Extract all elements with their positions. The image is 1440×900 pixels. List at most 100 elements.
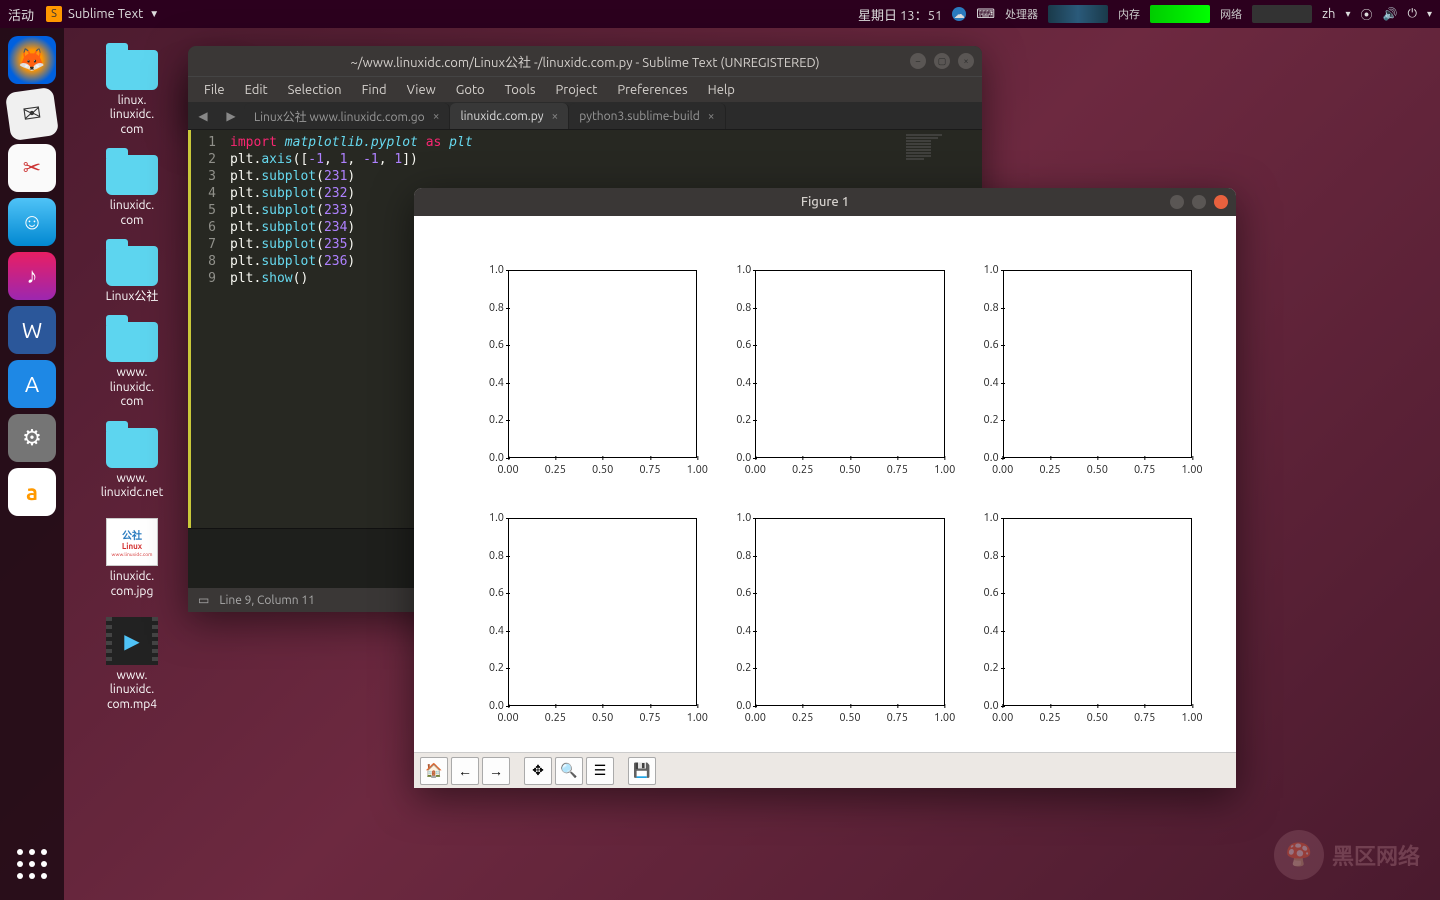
zoom-button[interactable]: 🔍 [555, 757, 583, 785]
pan-button[interactable]: ✥ [524, 757, 552, 785]
tab-prev-icon[interactable]: ◀ [192, 105, 214, 127]
active-app-menu[interactable]: S Sublime Text ▼ [46, 6, 159, 22]
finder-icon[interactable]: ☺ [8, 198, 56, 246]
activities-button[interactable]: 活动 [8, 5, 34, 24]
minimize-button[interactable]: – [910, 53, 926, 69]
menu-selection[interactable]: Selection [280, 80, 350, 100]
input-method-label[interactable]: zh [1322, 7, 1335, 21]
menu-edit[interactable]: Edit [237, 80, 276, 100]
mail-icon[interactable]: ✉ [5, 87, 59, 141]
close-icon[interactable]: × [433, 110, 440, 123]
x-tick-label: 0.25 [1039, 712, 1060, 724]
line-number: 9 [195, 270, 216, 287]
media-icon[interactable]: ✂ [8, 144, 56, 192]
clock-label[interactable]: 星期日 13：51 [858, 5, 942, 24]
desktop-icon-label: www. linuxidc. com.mp4 [107, 669, 157, 712]
desktop-icon[interactable]: www. linuxidc. com [96, 322, 168, 409]
line-number: 7 [195, 236, 216, 253]
y-tick-label: 0.4 [711, 625, 751, 637]
desktop-icon-label: linux. linuxidc. com [110, 94, 154, 137]
desktop-icon[interactable]: linuxidc. com [96, 155, 168, 228]
code-line: plt.subplot(231) [230, 168, 976, 185]
mushroom-icon: 🍄 [1274, 830, 1324, 880]
menu-tools[interactable]: Tools [497, 80, 544, 100]
tab-next-icon[interactable]: ▶ [220, 105, 242, 127]
menu-find[interactable]: Find [354, 80, 395, 100]
settings-icon[interactable]: ⚙ [8, 414, 56, 462]
subplot-6: 0.00.20.40.60.81.00.000.250.500.751.00 [959, 514, 1196, 732]
desktop-icon[interactable]: linux. linuxidc. com [96, 50, 168, 137]
configure-button[interactable]: ☰ [586, 757, 614, 785]
y-tick-label: 0.6 [959, 339, 999, 351]
y-tick-label: 0.2 [959, 414, 999, 426]
axes [508, 518, 697, 706]
sublime-icon: S [46, 6, 62, 22]
sublime-titlebar[interactable]: ~/www.linuxidc.com/Linux公社 -/linuxidc.co… [188, 46, 982, 76]
desktop-icon-label: www. linuxidc. com [110, 366, 154, 409]
sublime-title: ~/www.linuxidc.com/Linux公社 -/linuxidc.co… [350, 52, 819, 71]
x-tick-label: 0.00 [992, 464, 1013, 476]
power-icon[interactable]: ⏻ [1407, 7, 1417, 21]
back-button[interactable]: ← [451, 757, 479, 785]
maximize-button[interactable]: ▢ [934, 53, 950, 69]
amazon-icon[interactable]: a [8, 468, 56, 516]
menu-project[interactable]: Project [548, 80, 606, 100]
editor-tab[interactable]: Linux公社 www.linuxidc.com.go× [244, 103, 450, 129]
desktop-icon[interactable]: 公社Linuxwww.linuxidc.comlinuxidc. com.jpg [96, 518, 168, 599]
y-tick-label: 0.4 [464, 377, 504, 389]
app-store-icon[interactable]: A [8, 360, 56, 408]
video-thumbnail: ▶ [106, 617, 158, 665]
menu-view[interactable]: View [399, 80, 444, 100]
panel-switcher-icon[interactable]: ▭ [198, 593, 209, 607]
close-button[interactable] [1214, 195, 1228, 209]
menu-goto[interactable]: Goto [448, 80, 493, 100]
close-button[interactable]: × [958, 53, 974, 69]
net-graph[interactable] [1252, 5, 1312, 23]
desktop-icon-label: linuxidc. com.jpg [110, 570, 154, 599]
sublime-menubar: FileEditSelectionFindViewGotoToolsProjec… [188, 76, 982, 102]
close-icon[interactable]: × [708, 110, 715, 123]
cursor-position: Line 9, Column 11 [219, 594, 315, 607]
y-tick-label: 0.0 [959, 452, 999, 464]
home-button[interactable]: 🏠 [420, 757, 448, 785]
keyboard-icon[interactable]: ⌨ [976, 7, 995, 22]
folder-icon [106, 155, 158, 195]
menu-help[interactable]: Help [700, 80, 743, 100]
y-tick-label: 0.8 [464, 550, 504, 562]
save-button[interactable]: 💾 [628, 757, 656, 785]
editor-tab[interactable]: linuxidc.com.py× [450, 103, 569, 129]
show-applications-icon[interactable] [8, 840, 56, 888]
desktop-icon[interactable]: Linux公社 [96, 246, 168, 304]
weather-icon[interactable]: ☁ [952, 7, 966, 21]
editor-tab[interactable]: python3.sublime-build× [569, 103, 725, 129]
word-icon[interactable]: W [8, 306, 56, 354]
y-tick-label: 0.8 [464, 302, 504, 314]
line-number: 3 [195, 168, 216, 185]
cpu-graph[interactable] [1048, 5, 1108, 23]
desktop-icon[interactable]: www. linuxidc.net [96, 428, 168, 501]
close-icon[interactable]: × [552, 110, 559, 123]
music-icon[interactable]: ♪ [8, 252, 56, 300]
desktop-icon[interactable]: ▶www. linuxidc. com.mp4 [96, 617, 168, 712]
firefox-icon[interactable]: 🦊 [8, 36, 56, 84]
y-tick-label: 0.4 [959, 625, 999, 637]
forward-button[interactable]: → [482, 757, 510, 785]
dock: 🦊 ✉ ✂ ☺ ♪ W A ⚙ a S [0, 28, 64, 900]
y-tick-label: 0.8 [711, 302, 751, 314]
y-tick-label: 0.4 [959, 377, 999, 389]
figure-titlebar[interactable]: Figure 1 [414, 188, 1236, 216]
menu-preferences[interactable]: Preferences [609, 80, 695, 100]
desktop-icons: linux. linuxidc. com linuxidc. com Linux公社… [96, 50, 168, 712]
x-tick-label: 0.50 [839, 464, 860, 476]
folder-icon [106, 50, 158, 90]
minimize-button[interactable] [1170, 195, 1184, 209]
maximize-button[interactable] [1192, 195, 1206, 209]
x-tick-label: 0.00 [745, 464, 766, 476]
mem-graph[interactable] [1150, 5, 1210, 23]
code-line: plt.axis([-1, 1, -1, 1]) [230, 151, 976, 168]
volume-icon[interactable]: 🔊 [1383, 7, 1398, 21]
y-tick-label: 0.2 [464, 662, 504, 674]
menu-file[interactable]: File [196, 80, 233, 100]
y-tick-label: 1.0 [711, 512, 751, 524]
accessibility-icon[interactable]: ⦿ [1361, 6, 1373, 23]
